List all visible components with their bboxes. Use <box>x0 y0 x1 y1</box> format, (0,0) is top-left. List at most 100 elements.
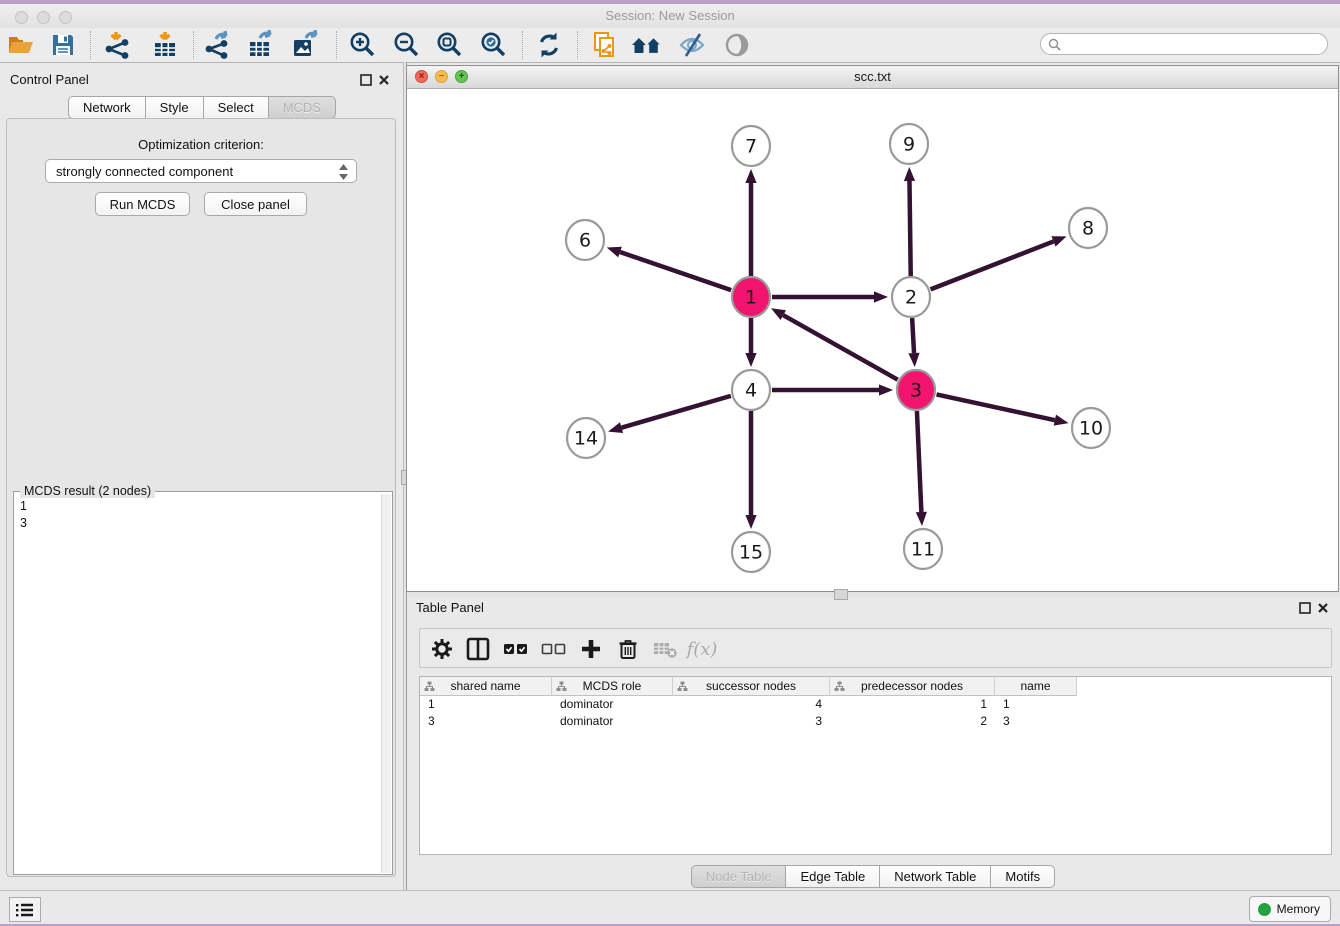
sort-tree-icon <box>424 681 435 692</box>
tab-style[interactable]: Style <box>145 96 204 119</box>
graph-node-label: 4 <box>745 380 757 402</box>
table-panel-tabs: Node TableEdge TableNetwork TableMotifs <box>406 865 1340 888</box>
apply-preferred-layout-icon[interactable] <box>532 28 566 62</box>
zoom-in-icon[interactable] <box>345 28 379 62</box>
graph-edge-arrowhead <box>879 384 893 395</box>
task-history-button[interactable] <box>9 897 41 922</box>
search-box[interactable] <box>1040 33 1328 55</box>
search-icon <box>1048 38 1061 51</box>
zoom-out-icon[interactable] <box>389 28 423 62</box>
graph-edge-arrowhead <box>908 353 919 367</box>
table-cell[interactable]: 3 <box>420 713 552 730</box>
toolbar-separator <box>336 31 337 59</box>
tab-node-table[interactable]: Node Table <box>691 865 787 888</box>
add-column-icon[interactable] <box>575 633 607 665</box>
tab-network-table[interactable]: Network Table <box>879 865 991 888</box>
graph-edge-2-8[interactable] <box>931 241 1054 289</box>
application-window: Session: New Session <box>0 0 1340 926</box>
export-table-icon[interactable] <box>244 28 278 62</box>
horizontal-splitter[interactable] <box>407 592 1340 597</box>
toolbar-separator <box>577 31 578 59</box>
fit-content-icon[interactable] <box>432 28 466 62</box>
mcds-result-line: 1 <box>20 498 376 515</box>
delete-column-icon[interactable] <box>612 633 644 665</box>
table-settings-gear-icon[interactable] <box>426 633 458 665</box>
optimization-criterion-select[interactable]: strongly connected component <box>45 159 357 183</box>
column-view-icon[interactable] <box>462 633 494 665</box>
open-session-icon[interactable] <box>4 28 38 62</box>
control-panel-tabs: NetworkStyleSelectMCDS <box>0 96 404 119</box>
zoom-selected-icon[interactable] <box>476 28 510 62</box>
float-panel-icon[interactable] <box>360 73 373 86</box>
list-icon <box>16 903 34 917</box>
tab-mcds[interactable]: MCDS <box>268 96 336 119</box>
memory-button[interactable]: Memory <box>1249 896 1331 922</box>
graph-node-label: 15 <box>739 542 763 564</box>
function-builder-icon[interactable]: f(x) <box>686 633 718 665</box>
graph-edge-1-6[interactable] <box>620 252 731 290</box>
search-input[interactable] <box>1065 36 1327 52</box>
deselect-all-icon[interactable] <box>538 633 570 665</box>
tab-motifs[interactable]: Motifs <box>990 865 1055 888</box>
scrollbar[interactable] <box>381 494 391 873</box>
table-cell[interactable]: 1 <box>830 696 995 713</box>
graph-edge-arrowhead <box>745 515 756 529</box>
tab-select[interactable]: Select <box>203 96 269 119</box>
column-header-shared-name[interactable]: shared name <box>420 677 552 696</box>
import-network-icon[interactable] <box>101 28 135 62</box>
graph-edge-arrowhead <box>916 512 927 526</box>
table-cell[interactable]: 3 <box>673 713 830 730</box>
table-cell[interactable]: 2 <box>830 713 995 730</box>
graph-edge-2-9[interactable] <box>909 181 910 276</box>
float-table-panel-icon[interactable] <box>1299 601 1312 614</box>
export-image-icon[interactable] <box>288 28 322 62</box>
splitter-grip[interactable] <box>834 589 848 600</box>
graph-edge-arrowhead <box>607 247 622 258</box>
graph-edge-arrowhead <box>745 169 756 183</box>
graph-edge-3-11[interactable] <box>917 411 921 512</box>
close-panel-button[interactable]: Close panel <box>204 192 307 216</box>
sort-tree-icon <box>556 681 567 692</box>
mcds-result-text[interactable]: 13 <box>14 494 382 874</box>
table-cell[interactable]: 1 <box>420 696 552 713</box>
first-neighbors-icon[interactable] <box>630 28 664 62</box>
export-network-icon[interactable] <box>201 28 235 62</box>
table-cell[interactable]: 1 <box>995 696 1077 713</box>
sort-tree-icon <box>677 681 688 692</box>
tab-edge-table[interactable]: Edge Table <box>785 865 880 888</box>
network-frame-titlebar: × − + scc.txt <box>407 66 1338 89</box>
graph-edge-arrowhead <box>1054 415 1069 426</box>
table-cell[interactable]: 4 <box>673 696 830 713</box>
tab-network[interactable]: Network <box>68 96 146 119</box>
network-canvas[interactable]: 1234678910111415 <box>407 88 1338 591</box>
graph-edge-arrowhead <box>608 422 623 433</box>
mcds-result-fieldset: MCDS result (2 nodes) 13 <box>13 491 393 875</box>
mcds-result-line: 3 <box>20 515 376 532</box>
graph-edge-3-10[interactable] <box>937 394 1055 420</box>
column-header-label: MCDS role <box>583 679 642 693</box>
table-cell[interactable]: dominator <box>552 713 673 730</box>
column-header-successor-nodes[interactable]: successor nodes <box>673 677 830 696</box>
column-header-mcds-role[interactable]: MCDS role <box>552 677 673 696</box>
column-header-predecessor-nodes[interactable]: predecessor nodes <box>830 677 995 696</box>
hide-selected-icon[interactable] <box>675 28 709 62</box>
select-all-icon[interactable] <box>500 633 532 665</box>
close-table-panel-icon[interactable] <box>1317 601 1330 614</box>
graph-node-label: 11 <box>911 539 935 561</box>
new-network-from-selection-icon[interactable] <box>588 28 622 62</box>
table-cell[interactable]: 3 <box>995 713 1077 730</box>
column-header-name[interactable]: name <box>995 677 1077 696</box>
graph-node-label: 10 <box>1079 418 1103 440</box>
show-all-icon[interactable] <box>720 28 754 62</box>
graph-edge-4-14[interactable] <box>622 396 731 428</box>
graph-node-label: 6 <box>579 230 591 252</box>
graph-edge-3-1[interactable] <box>783 315 897 380</box>
import-table-icon[interactable] <box>148 28 182 62</box>
table-cell[interactable]: dominator <box>552 696 673 713</box>
run-mcds-button[interactable]: Run MCDS <box>95 192 190 216</box>
close-panel-icon[interactable] <box>378 73 391 86</box>
delete-table-icon[interactable] <box>649 633 681 665</box>
graph-node-label: 7 <box>745 136 757 158</box>
save-session-icon[interactable] <box>46 28 80 62</box>
graph-edge-2-3[interactable] <box>912 318 914 353</box>
